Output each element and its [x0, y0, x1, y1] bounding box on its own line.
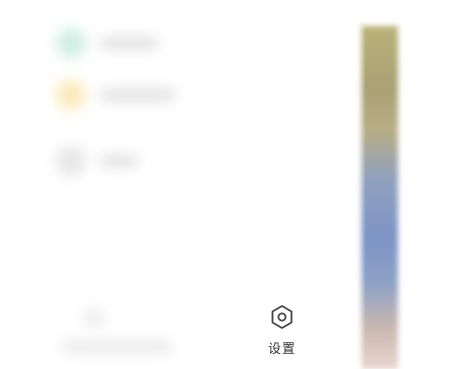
menu-item-3[interactable] [56, 146, 138, 176]
drawer-edge-shadow [352, 26, 366, 369]
menu-item-3-label [100, 156, 138, 166]
menu-item-3-icon [56, 146, 86, 176]
blurred-menu-list [44, 26, 360, 369]
menu-item-1[interactable] [56, 28, 158, 58]
screen: 设置 [0, 0, 474, 369]
footer-item-label [62, 342, 172, 352]
menu-item-2-icon [56, 80, 86, 110]
side-drawer [44, 26, 360, 369]
footer-item[interactable] [84, 308, 104, 328]
menu-item-1-label [100, 38, 158, 48]
footer-item-icon [84, 308, 104, 328]
settings-label: 设置 [267, 342, 296, 357]
settings-icon [271, 305, 293, 329]
menu-item-2[interactable] [56, 80, 176, 110]
footer-item-label-row [62, 342, 172, 352]
menu-item-1-icon [56, 28, 86, 58]
settings-button[interactable]: 设置 [254, 304, 310, 360]
menu-item-2-label [100, 90, 176, 100]
